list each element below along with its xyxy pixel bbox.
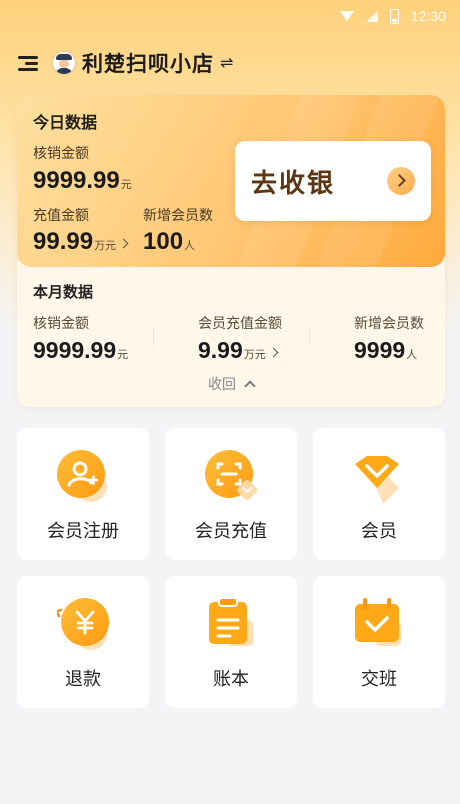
- member-register-icon: [57, 450, 109, 502]
- tile-member[interactable]: 会员: [313, 428, 445, 560]
- go-cashier-button[interactable]: 去收银: [235, 141, 431, 221]
- tile-label: 会员注册: [47, 521, 119, 542]
- store-name[interactable]: 利楚扫呗小店: [82, 48, 214, 78]
- today-title: 今日数据: [33, 113, 98, 132]
- today-recharge-value[interactable]: 99.99万元: [33, 228, 129, 256]
- month-writeoff-value: 9999.99元: [33, 337, 129, 363]
- chevron-up-icon: [244, 380, 256, 392]
- tile-label: 会员: [361, 521, 397, 542]
- tile-refund[interactable]: 退款: [17, 576, 149, 708]
- menu-icon[interactable]: [18, 55, 38, 71]
- tile-label: 账本: [213, 669, 249, 690]
- month-recharge-label: 会员充值金额: [198, 316, 282, 332]
- month-recharge-value[interactable]: 9.99万元: [198, 337, 282, 364]
- chevron-right-icon: [118, 238, 129, 249]
- divider: [153, 323, 154, 351]
- today-new-members-value: 100人: [143, 228, 196, 255]
- today-recharge-label: 充值金额: [33, 208, 89, 224]
- month-new-members: 新增会员数 9999人: [354, 313, 424, 364]
- month-writeoff-label: 核销金额: [33, 316, 89, 332]
- battery-icon: [389, 8, 399, 24]
- tile-shift-handover[interactable]: 交班: [313, 576, 445, 708]
- go-cashier-label: 去收银: [251, 168, 336, 199]
- collapse-button[interactable]: 收回: [17, 374, 445, 394]
- chevron-right-icon: [268, 347, 279, 358]
- member-recharge-icon: [205, 450, 258, 502]
- shift-handover-icon: [353, 598, 405, 650]
- app-header: 利楚扫呗小店 ⇌: [18, 46, 233, 80]
- status-bar: 12:30: [0, 0, 460, 32]
- month-title: 本月数据: [33, 283, 94, 301]
- member-icon: [353, 450, 405, 504]
- tile-member-register[interactable]: 会员注册: [17, 428, 149, 560]
- stats-card: 今日数据 核销金额 9999.99元 充值金额 99.99万元 新增会员数 10…: [17, 95, 445, 407]
- tile-label: 会员充值: [195, 521, 267, 542]
- tile-label: 交班: [361, 669, 397, 690]
- collapse-label: 收回: [208, 377, 236, 393]
- switch-store-icon[interactable]: ⇌: [220, 55, 233, 71]
- refund-icon: [57, 598, 109, 650]
- month-recharge[interactable]: 会员充值金额 9.99万元: [198, 313, 282, 364]
- today-writeoff-label: 核销金额: [33, 146, 89, 162]
- status-time: 12:30: [410, 8, 446, 24]
- tile-label: 退款: [65, 669, 101, 690]
- month-new-members-value: 9999人: [354, 337, 418, 363]
- tile-ledger[interactable]: 账本: [165, 576, 297, 708]
- ledger-icon: [205, 598, 257, 650]
- tile-member-recharge[interactable]: 会员充值: [165, 428, 297, 560]
- month-writeoff: 核销金额 9999.99元: [33, 313, 128, 364]
- divider: [309, 323, 310, 351]
- wifi-icon: [339, 11, 354, 21]
- chevron-right-icon: [387, 167, 415, 195]
- signal-icon: [365, 10, 378, 22]
- month-new-members-label: 新增会员数: [354, 316, 424, 332]
- today-writeoff-value: 9999.99元: [33, 167, 132, 194]
- today-data-panel: 今日数据 核销金额 9999.99元 充值金额 99.99万元 新增会员数 10…: [17, 95, 445, 285]
- today-new-members-label: 新增会员数: [143, 208, 213, 224]
- avatar[interactable]: [52, 51, 76, 75]
